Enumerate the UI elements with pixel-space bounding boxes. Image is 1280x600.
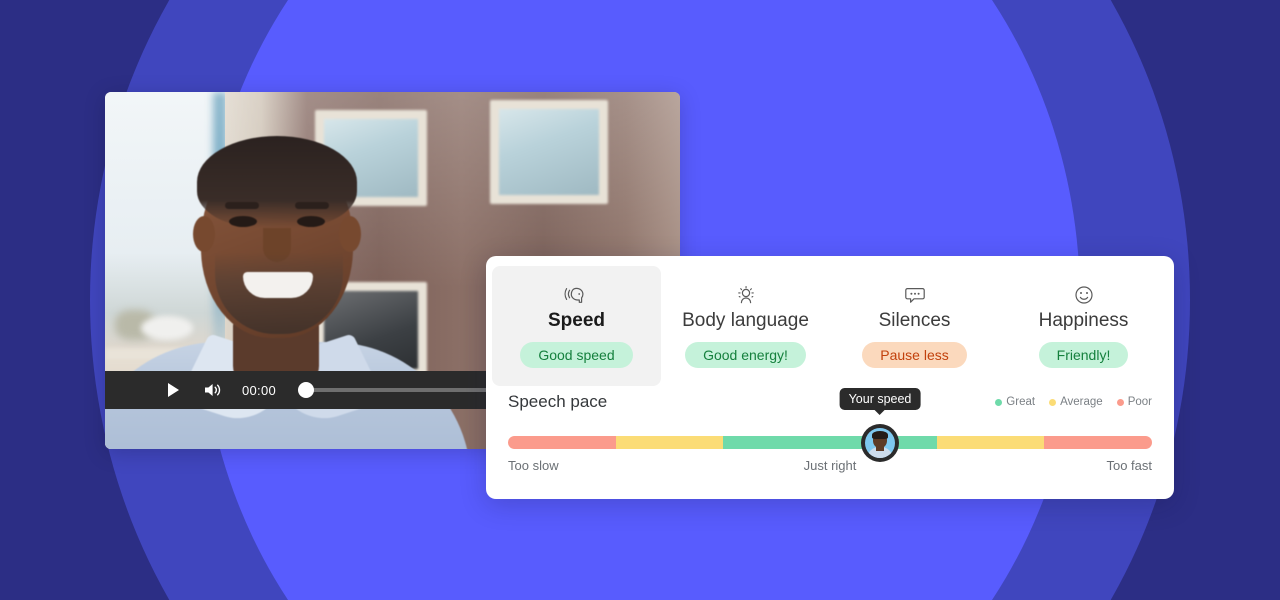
pace-segment-slow bbox=[615, 436, 724, 449]
speaking-head-icon bbox=[564, 282, 590, 308]
metric-tab-body-language[interactable]: Body language Good energy! bbox=[661, 266, 830, 386]
person-hair bbox=[197, 136, 357, 228]
metric-badge: Pause less bbox=[862, 342, 967, 368]
play-icon bbox=[167, 383, 179, 397]
person-smile bbox=[243, 272, 313, 298]
person-eyebrow-right bbox=[295, 202, 329, 209]
metric-title: Body language bbox=[682, 310, 809, 331]
legend-dot-great bbox=[995, 398, 1003, 406]
legend-item-poor: Poor bbox=[1116, 396, 1152, 408]
pace-label-too-slow: Too slow bbox=[508, 458, 559, 473]
person-ear-right bbox=[339, 216, 361, 252]
scene-window bbox=[490, 100, 608, 204]
metric-badge: Good speed bbox=[520, 342, 633, 368]
person-eyebrow-left bbox=[225, 202, 259, 209]
legend-label: Poor bbox=[1127, 396, 1152, 408]
avatar-hair bbox=[872, 431, 888, 439]
speech-pace-chart: Your speed bbox=[486, 388, 1174, 462]
pace-segment-too-slow bbox=[508, 436, 616, 449]
legend-label: Great bbox=[1006, 396, 1036, 408]
your-speed-marker[interactable] bbox=[861, 424, 899, 462]
metric-title: Speed bbox=[547, 310, 606, 331]
progress-knob[interactable] bbox=[298, 382, 315, 398]
play-button[interactable] bbox=[162, 379, 184, 401]
volume-button[interactable] bbox=[202, 379, 224, 401]
metric-tab-happiness[interactable]: Happiness Friendly! bbox=[999, 266, 1168, 386]
volume-icon bbox=[205, 384, 221, 396]
legend-item-average: Average bbox=[1049, 396, 1103, 408]
legend-dot-average bbox=[1049, 398, 1057, 406]
person-eye-left bbox=[229, 216, 257, 227]
metrics-tab-row: Speed Good speed Body language Good ener… bbox=[486, 266, 1174, 386]
pace-label-too-fast: Too fast bbox=[1106, 458, 1152, 473]
current-time-label: 00:00 bbox=[242, 382, 277, 398]
metric-badge: Good energy! bbox=[685, 342, 806, 368]
legend-item-great: Great bbox=[995, 396, 1035, 408]
smiley-face-icon bbox=[1071, 282, 1097, 308]
body-language-icon bbox=[733, 282, 759, 308]
pace-label-just-right: Just right bbox=[803, 458, 857, 473]
metric-title: Happiness bbox=[1038, 310, 1129, 331]
legend-dot-poor bbox=[1116, 398, 1124, 406]
feedback-metrics-card: Speed Good speed Body language Good ener… bbox=[486, 256, 1174, 499]
metric-title: Silences bbox=[878, 310, 951, 331]
your-speed-tooltip: Your speed bbox=[839, 388, 921, 410]
metric-tab-speed[interactable]: Speed Good speed bbox=[492, 266, 661, 386]
speech-bubble-icon bbox=[902, 282, 928, 308]
pace-legend: Great Average Poor bbox=[995, 396, 1152, 408]
metric-badge: Friendly! bbox=[1038, 342, 1129, 368]
pace-axis-labels: Too slow Just right Too fast bbox=[486, 458, 1174, 473]
pace-segment-just-right bbox=[723, 436, 937, 449]
pace-segment-too-fast bbox=[1044, 436, 1152, 449]
user-avatar bbox=[865, 428, 895, 458]
person-eye-right bbox=[297, 216, 325, 227]
speech-pace-bar[interactable] bbox=[508, 436, 1152, 449]
legend-label: Average bbox=[1060, 396, 1103, 408]
person-ear-left bbox=[193, 216, 215, 252]
speech-pace-title: Speech pace bbox=[508, 392, 608, 411]
pace-segment-fast bbox=[936, 436, 1045, 449]
speech-pace-header: Speech pace Great Average Poor bbox=[486, 386, 1174, 412]
metric-tab-silences[interactable]: Silences Pause less bbox=[830, 266, 999, 386]
